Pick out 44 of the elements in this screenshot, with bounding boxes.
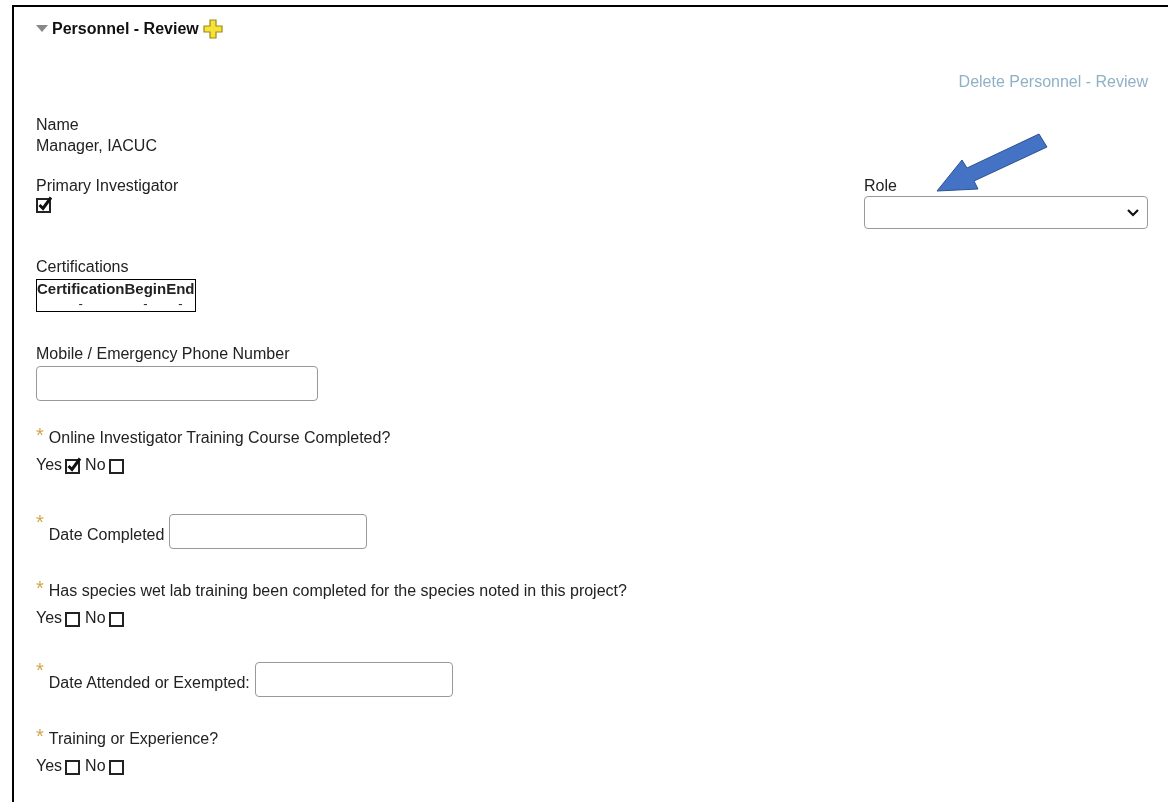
column-header: Certification — [36, 279, 125, 297]
field-label: Mobile / Emergency Phone Number — [36, 344, 291, 364]
field-label: Role — [864, 176, 898, 196]
option-label: No — [85, 456, 106, 474]
role-select[interactable] — [864, 196, 1148, 229]
checkbox[interactable] — [65, 757, 83, 775]
phone-input[interactable] — [36, 366, 318, 401]
required-asterisk: * — [36, 662, 44, 678]
question-label: Online Investigator Training Course Completed? — [48, 428, 391, 448]
field-label: Primary Investigator — [36, 176, 179, 196]
option-label: Yes — [36, 456, 63, 474]
question-label: Date Attended or Exempted: — [48, 673, 250, 693]
question-label: Has species wet lab training been completed for the species noted in this project? — [48, 581, 627, 601]
required-asterisk: * — [36, 514, 44, 530]
checkbox[interactable] — [65, 456, 83, 474]
column-header: End — [166, 279, 196, 297]
checkbox[interactable] — [108, 456, 126, 474]
table-cell: - — [36, 297, 125, 312]
option-label: Yes — [36, 757, 63, 775]
field-value: Manager, IACUC — [36, 136, 158, 156]
add-plus-icon[interactable] — [202, 19, 223, 39]
table-cell: - — [166, 297, 196, 312]
checkbox[interactable] — [108, 757, 126, 775]
collapse-triangle-icon[interactable] — [36, 25, 48, 33]
checkbox[interactable] — [65, 609, 83, 627]
field-label: Certifications — [36, 257, 130, 277]
checkbox[interactable] — [108, 609, 126, 627]
table-cell: - — [124, 297, 167, 312]
option-label: No — [85, 609, 106, 627]
required-asterisk: * — [36, 427, 44, 443]
chevron-down-icon — [1127, 208, 1139, 217]
required-asterisk: * — [36, 728, 44, 744]
option-label: Yes — [36, 609, 63, 627]
required-asterisk: * — [36, 580, 44, 596]
section-title: Personnel - Review — [52, 20, 199, 38]
delete-link[interactable]: Delete Personnel - Review — [958, 73, 1148, 91]
question-label: Date Completed — [48, 525, 165, 545]
date-input[interactable] — [169, 514, 368, 549]
date-input[interactable] — [254, 662, 453, 697]
column-header: Begin — [124, 279, 167, 297]
checkbox[interactable] — [36, 196, 53, 213]
question-label: Training or Experience? — [48, 729, 219, 749]
field-label: Name — [36, 115, 80, 135]
option-label: No — [85, 757, 106, 775]
